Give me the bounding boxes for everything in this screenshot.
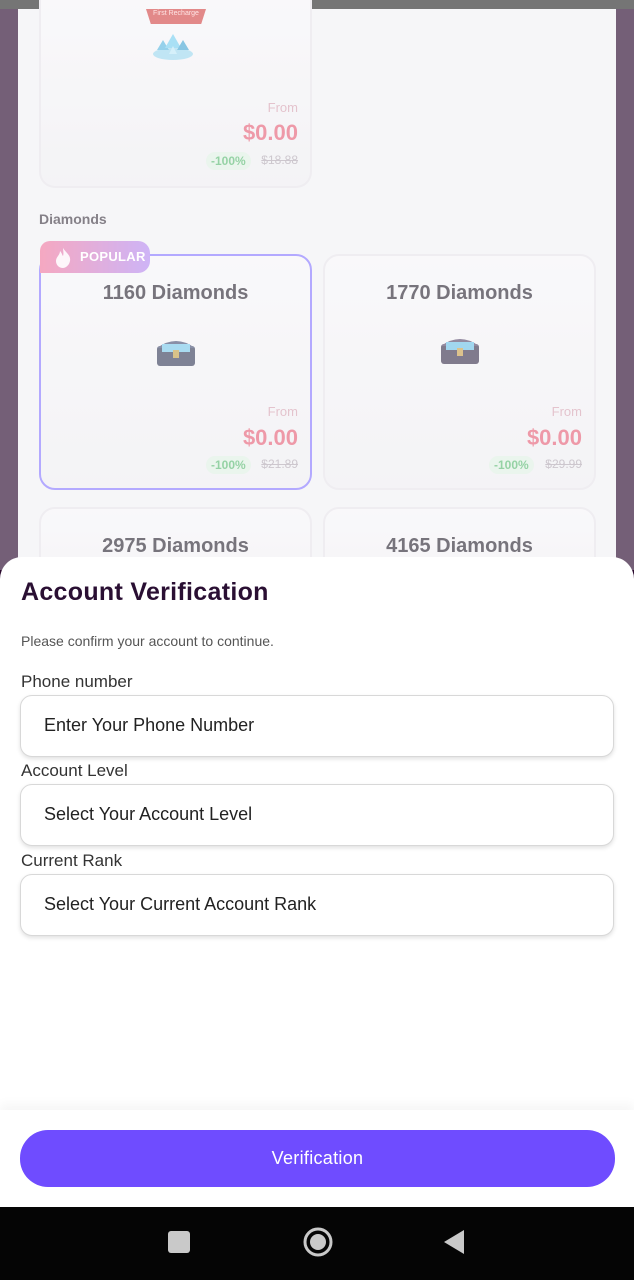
dim-overlay xyxy=(0,0,634,570)
account-level-select[interactable]: Select Your Account Level xyxy=(20,784,614,846)
phone-input[interactable]: Enter Your Phone Number xyxy=(20,695,614,757)
sheet-subtitle: Please confirm your account to continue. xyxy=(21,633,274,649)
back-icon[interactable] xyxy=(442,1228,466,1256)
account-level-label: Account Level xyxy=(21,761,128,780)
current-rank-label: Current Rank xyxy=(21,851,123,870)
sheet-title: Account Verification xyxy=(21,578,269,606)
phone-label: Phone number xyxy=(21,672,133,691)
home-icon[interactable] xyxy=(302,1226,334,1258)
verification-button[interactable]: Verification xyxy=(20,1130,615,1187)
recent-apps-icon[interactable] xyxy=(168,1231,190,1253)
current-rank-select[interactable]: Select Your Current Account Rank xyxy=(20,874,614,936)
